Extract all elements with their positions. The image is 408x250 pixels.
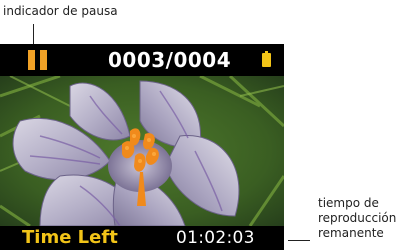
remaining-time-callout-line-2: reproducción [318, 211, 397, 225]
time-bar: Time Left 01:02:03 [0, 226, 284, 250]
battery-icon [262, 51, 271, 67]
player-screen: 0003/0004 Time Left 01:02:03 [0, 44, 284, 250]
remaining-time-callout-line-1: tiempo de [318, 196, 379, 210]
status-bar: 0003/0004 [0, 44, 284, 76]
remaining-time-callout-line-3: remanente [318, 226, 384, 240]
remaining-time-leader-line [288, 240, 310, 241]
time-left-value: 01:02:03 [176, 228, 255, 248]
pause-indicator-leader-line [33, 24, 34, 45]
remaining-time-callout: tiempo de reproducción remanente [318, 196, 408, 241]
pause-icon[interactable] [28, 50, 48, 70]
track-counter: 0003/0004 [108, 48, 232, 72]
crocus-flower-photo [0, 76, 284, 226]
pause-indicator-callout: indicador de pausa [3, 4, 118, 18]
time-left-label: Time Left [22, 227, 118, 248]
